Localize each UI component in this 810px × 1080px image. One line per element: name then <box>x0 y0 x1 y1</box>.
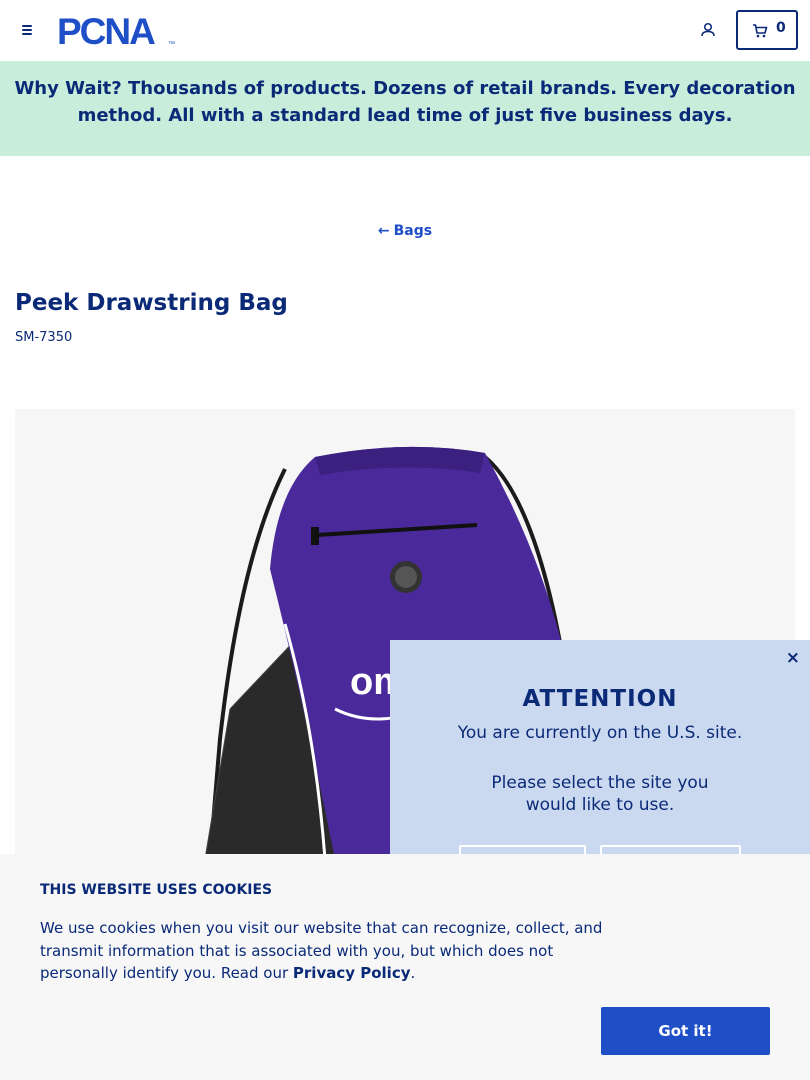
back-link-label: Bags <box>393 223 433 239</box>
cookie-period: . <box>410 964 416 982</box>
site-select-modal: × ATTENTION You are currently on the U.S… <box>390 640 810 856</box>
close-icon[interactable]: × <box>786 648 800 668</box>
logo-trademark: ™ <box>168 41 175 47</box>
pcna-logo[interactable]: PCNA ™ <box>57 13 177 47</box>
promo-text: Thousands of products. Dozens of retail … <box>77 78 796 126</box>
back-to-category-link[interactable]: ← Bags <box>0 223 810 239</box>
promo-lead: Why Wait? <box>14 78 122 99</box>
hamburger-menu-icon[interactable] <box>19 20 37 40</box>
accept-cookies-button[interactable]: Got it! <box>601 1007 770 1055</box>
cart-count: 0 <box>776 20 786 36</box>
account-icon[interactable] <box>698 20 718 40</box>
current-site-text: You are currently on the U.S. site. <box>457 723 743 743</box>
cookie-title: THIS WEBSITE USES COOKIES <box>40 882 273 898</box>
cart-button[interactable]: 0 <box>736 10 798 50</box>
logo-text: PCNA <box>57 13 155 47</box>
cookie-text: We use cookies when you visit our websit… <box>40 917 610 985</box>
cart-icon <box>753 24 768 38</box>
site-select-prompt: Please select the site you would like to… <box>491 773 709 815</box>
site-header: PCNA ™ 0 <box>0 0 810 61</box>
product-sku: SM-7350 <box>15 330 73 345</box>
modal-title: ATTENTION <box>522 686 678 712</box>
cookie-banner: THIS WEBSITE USES COOKIES We use cookies… <box>0 854 810 1080</box>
privacy-policy-link[interactable]: Privacy Policy <box>293 964 411 982</box>
promo-banner: Why Wait? Thousands of products. Dozens … <box>0 61 810 156</box>
product-title: Peek Drawstring Bag <box>15 290 288 316</box>
arrow-left-icon: ← <box>377 223 390 239</box>
